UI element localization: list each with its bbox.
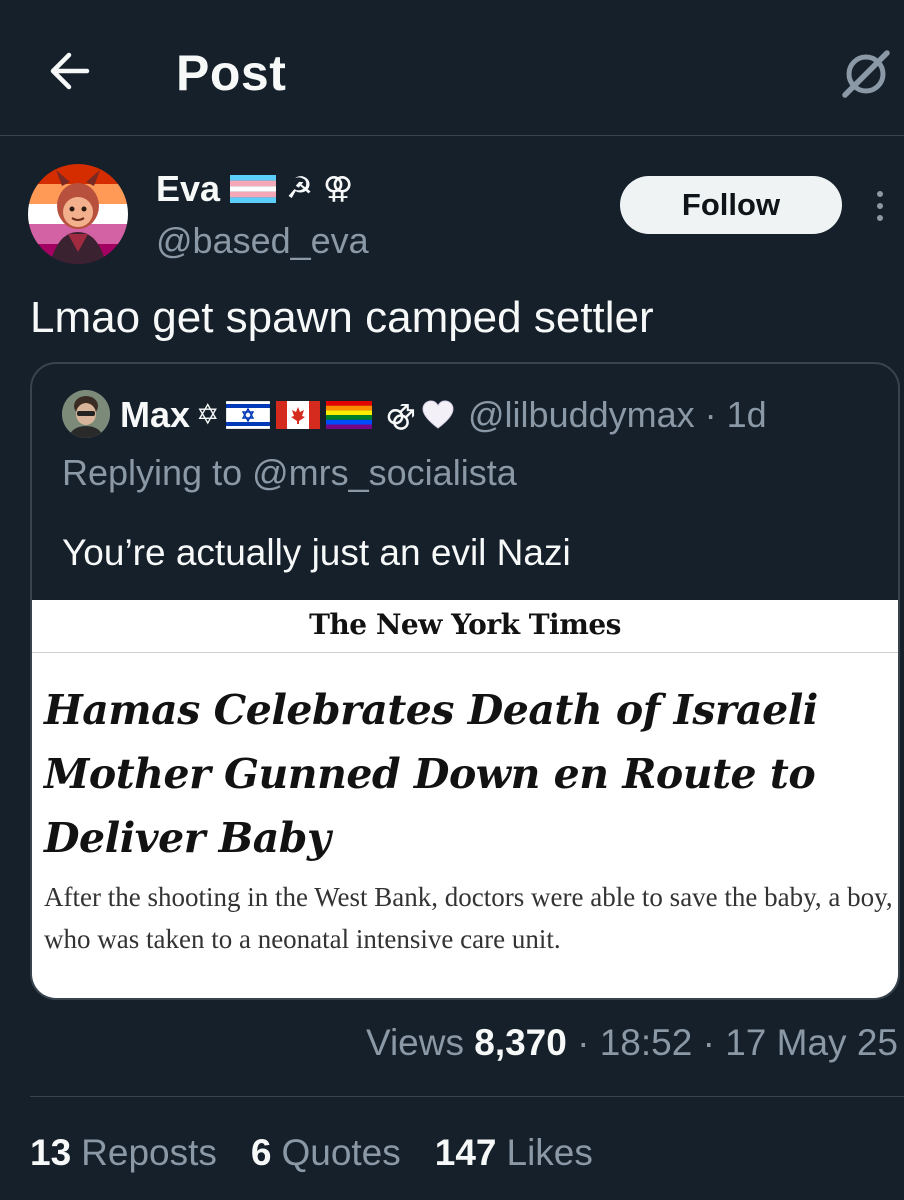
quoted-post-time: 1d (726, 394, 767, 435)
author-name-row[interactable]: Eva ☭ ⚢ (156, 168, 353, 210)
white-heart-icon (422, 400, 454, 429)
quoted-author-line: Max ✡ ⚣ @lilbuddymax · 1d (120, 394, 767, 435)
israel-flag-icon (225, 401, 270, 429)
quoted-author-handle: @lilbuddymax (468, 394, 695, 435)
star-of-david-icon: ✡ (196, 399, 220, 430)
article-summary: After the shooting in the West Bank, doc… (44, 882, 893, 954)
post-date: 17 May 25 (725, 1022, 898, 1063)
stats-divider (30, 1096, 904, 1097)
quotes-count: 6 (250, 1132, 272, 1173)
article-headline: Hamas Celebrates Death of Israeli Mother… (44, 686, 818, 862)
likes-label: Likes (506, 1132, 593, 1173)
top-bar: Post (0, 0, 904, 136)
reposts-stat[interactable]: 13 Reposts (30, 1132, 217, 1174)
quoted-author-name: Max (120, 394, 191, 435)
page-title: Post (176, 45, 287, 101)
reposts-count: 13 (30, 1132, 72, 1173)
lesbian-symbol-icon: ⚢ (322, 172, 354, 205)
canada-flag-icon (275, 401, 320, 429)
author-avatar[interactable] (28, 164, 128, 264)
likes-stat[interactable]: 147 Likes (435, 1132, 593, 1174)
post-meta: Views 8,370 · 18:52 · 17 May 25 (365, 1022, 898, 1063)
reposts-label: Reposts (81, 1132, 217, 1173)
post-time: 18:52 (599, 1022, 693, 1063)
quoted-author-avatar (62, 390, 110, 438)
author-display-name: Eva (156, 168, 221, 209)
post-text: Lmao get spawn camped settler (30, 293, 654, 342)
gay-male-symbol-icon: ⚣ (385, 399, 417, 430)
hammer-sickle-icon: ☭ (286, 172, 313, 205)
transgender-flag-icon (230, 175, 277, 203)
article-divider (32, 652, 898, 653)
more-options-button[interactable] (864, 182, 896, 230)
grok-button[interactable] (836, 44, 896, 104)
likes-count: 147 (434, 1132, 497, 1173)
author-handle[interactable]: @based_eva (156, 220, 369, 262)
quoted-post[interactable]: Max ✡ ⚣ @lilbuddymax · 1d Replying to @m… (30, 362, 900, 1000)
article-screenshot: The New York Times Hamas Celebrates Deat… (32, 600, 898, 998)
views-count: 8,370 (474, 1022, 567, 1063)
quoted-post-text: You’re actually just an evil Nazi (62, 532, 571, 573)
back-button[interactable] (44, 46, 94, 96)
quotes-label: Quotes (281, 1132, 401, 1173)
follow-button[interactable]: Follow (620, 176, 842, 234)
arrow-left-icon (50, 52, 90, 90)
nyt-logo: The New York Times (309, 608, 621, 641)
engagement-stats: 13 Reposts 6 Quotes 147 Likes (30, 1132, 593, 1174)
grok-icon (842, 50, 890, 98)
quotes-stat[interactable]: 6 Quotes (251, 1132, 401, 1174)
more-vertical-icon (877, 191, 883, 197)
views-label: Views (365, 1022, 464, 1063)
replying-to: Replying to @mrs_socialista (62, 452, 517, 493)
rainbow-flag-icon (325, 401, 372, 429)
